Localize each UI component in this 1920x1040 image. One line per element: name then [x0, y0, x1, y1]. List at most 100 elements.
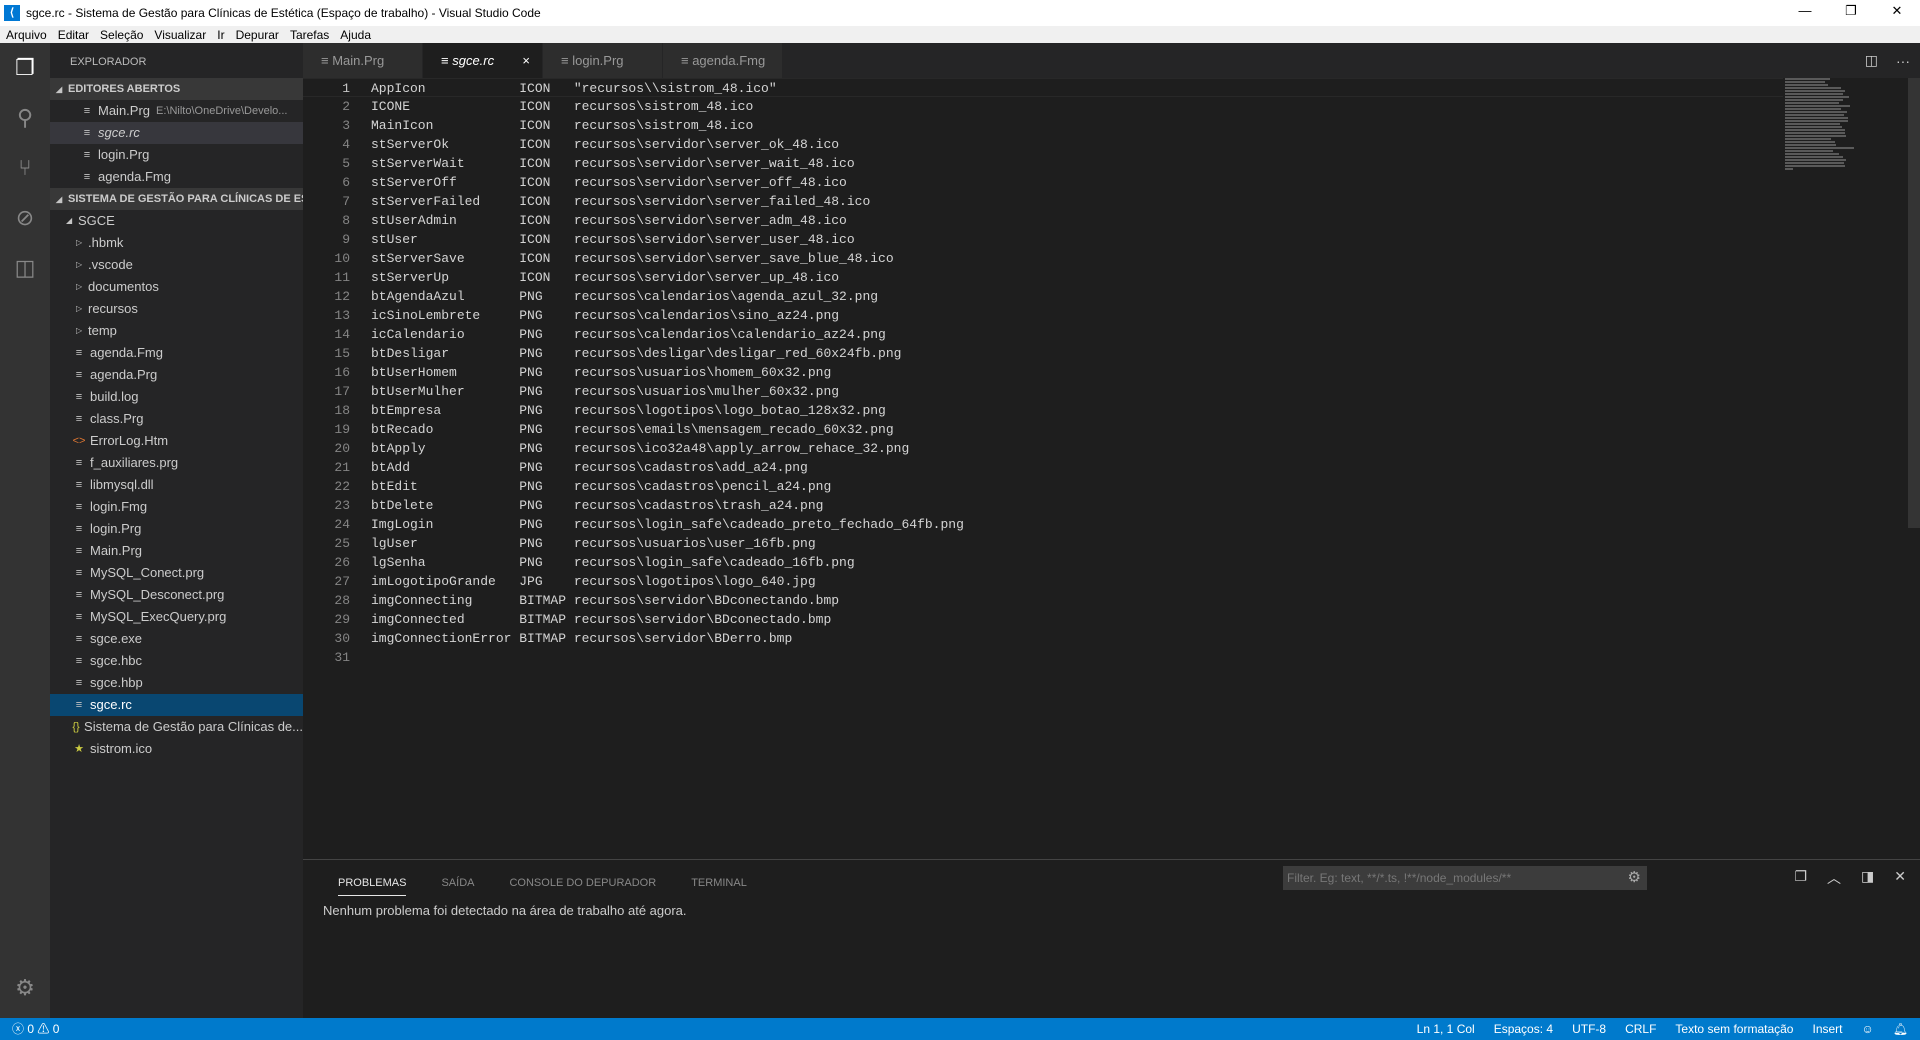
code-line[interactable]: 11 stServerUp ICON recursos\servidor\server… [303, 268, 1783, 287]
tab-agenda-fmg[interactable]: ≡ agenda.Fmg [663, 43, 783, 78]
menu-tarefas[interactable]: Tarefas [284, 28, 334, 42]
folder-item[interactable]: ▷ .hbmk [50, 232, 303, 254]
code-line[interactable]: 5 stServerWait ICON recursos\servidor\serve… [303, 154, 1783, 173]
extensions-icon[interactable]: ◫ [0, 243, 50, 293]
file-item[interactable]: ★ sistrom.ico [50, 738, 303, 760]
menu-ir[interactable]: Ir [211, 28, 229, 42]
tab-main-prg[interactable]: ≡ Main.Prg [303, 43, 423, 78]
folder-item[interactable]: ▷ recursos [50, 298, 303, 320]
close-panel-icon[interactable]: ✕ [1894, 868, 1906, 888]
file-item[interactable]: ≡ sgce.hbc [50, 650, 303, 672]
tab-login-prg[interactable]: ≡ login.Prg [543, 43, 663, 78]
close-tab-icon[interactable]: × [522, 43, 530, 78]
search-icon[interactable]: ⚲ [0, 93, 50, 143]
menu-arquivo[interactable]: Arquivo [0, 28, 52, 42]
file-item[interactable]: ≡ login.Prg [50, 518, 303, 540]
code-line[interactable]: 24 ImgLogin PNG recursos\login_safe\cadeado… [303, 515, 1783, 534]
encoding[interactable]: UTF-8 [1572, 1018, 1606, 1040]
code-line[interactable]: 9 stUser ICON recursos\servidor\server_user… [303, 230, 1783, 249]
tab-saida[interactable]: SAÍDA [441, 870, 474, 896]
indentation[interactable]: Espaços: 4 [1494, 1018, 1553, 1040]
gear-icon[interactable]: ⚙ [0, 963, 50, 1013]
folder-item[interactable]: ▷ documentos [50, 276, 303, 298]
file-item[interactable]: {} Sistema de Gestão para Clínicas de... [50, 716, 303, 738]
file-item[interactable]: ≡ libmysql.dll [50, 474, 303, 496]
code-line[interactable]: 4 stServerOk ICON recursos\servidor\server_… [303, 135, 1783, 154]
insert-mode[interactable]: Insert [1812, 1018, 1842, 1040]
file-item[interactable]: <> ErrorLog.Htm [50, 430, 303, 452]
file-item[interactable]: ≡ Main.Prg [50, 540, 303, 562]
code-line[interactable]: 16 btUserHomem PNG recursos\usuarios\homem_… [303, 363, 1783, 382]
tab-console-depurador[interactable]: CONSOLE DO DEPURADOR [509, 870, 656, 896]
file-item[interactable]: ≡ sgce.rc [50, 694, 303, 716]
file-item[interactable]: ≡ agenda.Fmg [50, 342, 303, 364]
source-control-icon[interactable]: ⑂ [0, 143, 50, 193]
cursor-position[interactable]: Ln 1, 1 Col [1417, 1018, 1475, 1040]
folder-item[interactable]: ▷ temp [50, 320, 303, 342]
code-line[interactable]: 29 imgConnected BITMAP recursos\servidor\BD… [303, 610, 1783, 629]
open-editor-item[interactable]: ≡ sgce.rc [50, 122, 303, 144]
code-line[interactable]: 21 btAdd PNG recursos\cadastros\add_a24.png [303, 458, 1783, 477]
problems-status[interactable]: ⓧ 0 ⚠ 0 [12, 1018, 59, 1040]
open-editor-item[interactable]: ≡ Main.Prg E:\Nilto\OneDrive\Develo... [50, 100, 303, 122]
menu-selecao[interactable]: Seleção [94, 28, 148, 42]
tab-terminal[interactable]: TERMINAL [691, 870, 747, 896]
code-line[interactable]: 10 stServerSave ICON recursos\servidor\serv… [303, 249, 1783, 268]
code-line[interactable]: 15 btDesligar PNG recursos\desligar\desliga… [303, 344, 1783, 363]
workspace-header[interactable]: ◢ SISTEMA DE GESTÃO PARA CLÍNICAS DE ES..… [50, 188, 303, 210]
code-line[interactable]: 8 stUserAdmin ICON recursos\servidor\server… [303, 211, 1783, 230]
file-item[interactable]: ≡ agenda.Prg [50, 364, 303, 386]
file-item[interactable]: ≡ class.Prg [50, 408, 303, 430]
code-line[interactable]: 7 stServerFailed ICON recursos\servidor\ser… [303, 192, 1783, 211]
filter-settings-icon[interactable]: ⚙ [1628, 866, 1641, 890]
code-line[interactable]: 17 btUserMulher PNG recursos\usuarios\mulhe… [303, 382, 1783, 401]
code-line[interactable]: 1 AppIcon ICON "recursos\\sistrom_48.ico" [303, 78, 1783, 97]
file-item[interactable]: ≡ f_auxiliares.prg [50, 452, 303, 474]
code-line[interactable]: 30 imgConnectionError BITMAP recursos\servi… [303, 629, 1783, 648]
feedback-smiley-icon[interactable]: ☺ [1862, 1018, 1874, 1040]
menu-editar[interactable]: Editar [52, 28, 94, 42]
menu-ajuda[interactable]: Ajuda [334, 28, 376, 42]
code-line[interactable]: 26 lgSenha PNG recursos\login_safe\cadeado_… [303, 553, 1783, 572]
code-line[interactable]: 2 ICONE ICON recursos\sistrom_48.ico [303, 97, 1783, 116]
menu-depurar[interactable]: Depurar [230, 28, 284, 42]
minimap[interactable] [1785, 78, 1865, 170]
code-line[interactable]: 20 btApply PNG recursos\ico32a48\apply_arro… [303, 439, 1783, 458]
vertical-scrollbar[interactable] [1908, 78, 1920, 528]
split-editor-icon[interactable]: ◫ [1865, 52, 1878, 69]
explorer-files-icon[interactable]: ❐ [0, 43, 50, 93]
open-editors-header[interactable]: ◢ EDITORES ABERTOS [50, 78, 303, 100]
code-line[interactable]: 27 imLogotipoGrande JPG recursos\logotipos\… [303, 572, 1783, 591]
toggle-panel-position-icon[interactable]: ◨ [1861, 868, 1874, 888]
code-line[interactable]: 31 [303, 648, 1783, 667]
code-line[interactable]: 19 btRecado PNG recursos\emails\mensagem_re… [303, 420, 1783, 439]
file-item[interactable]: ≡ sgce.exe [50, 628, 303, 650]
code-line[interactable]: 12 btAgendaAzul PNG recursos\calendarios\ag… [303, 287, 1783, 306]
code-line[interactable]: 25 lgUser PNG recursos\usuarios\user_16fb.p… [303, 534, 1783, 553]
restore-button[interactable]: ❐ [1828, 0, 1874, 26]
code-line[interactable]: 22 btEdit PNG recursos\cadastros\pencil_a24… [303, 477, 1783, 496]
line-ending[interactable]: CRLF [1625, 1018, 1656, 1040]
file-item[interactable]: ≡ login.Fmg [50, 496, 303, 518]
collapse-all-icon[interactable]: ❐ [1794, 868, 1807, 888]
code-line[interactable]: 14 icCalendario PNG recursos\calendarios\ca… [303, 325, 1783, 344]
code-line[interactable]: 18 btEmpresa PNG recursos\logotipos\logo_bo… [303, 401, 1783, 420]
code-line[interactable]: 28 imgConnecting BITMAP recursos\servidor\B… [303, 591, 1783, 610]
file-item[interactable]: ≡ sgce.hbp [50, 672, 303, 694]
close-window-button[interactable]: ✕ [1874, 0, 1920, 26]
file-item[interactable]: ≡ MySQL_Conect.prg [50, 562, 303, 584]
code-line[interactable]: 23 btDelete PNG recursos\cadastros\trash_a2… [303, 496, 1783, 515]
maximize-panel-icon[interactable]: ︿ [1827, 868, 1841, 888]
menu-visualizar[interactable]: Visualizar [148, 28, 211, 42]
more-actions-icon[interactable]: ··· [1896, 53, 1910, 69]
file-item[interactable]: ≡ build.log [50, 386, 303, 408]
debug-icon[interactable]: ⊘ [0, 193, 50, 243]
tab-sgce-rc[interactable]: ≡ sgce.rc × [423, 43, 543, 78]
open-editor-item[interactable]: ≡ agenda.Fmg [50, 166, 303, 188]
code-editor[interactable]: 1 AppIcon ICON "recursos\\sistrom_48.ico" 2 I… [303, 78, 1908, 858]
code-line[interactable]: 13 icSinoLembrete PNG recursos\calendarios\… [303, 306, 1783, 325]
file-item[interactable]: ≡ MySQL_ExecQuery.prg [50, 606, 303, 628]
tab-problemas[interactable]: PROBLEMAS [338, 870, 407, 896]
folder-sgce[interactable]: ◢ SGCE [50, 210, 303, 232]
folder-item[interactable]: ▷ .vscode [50, 254, 303, 276]
